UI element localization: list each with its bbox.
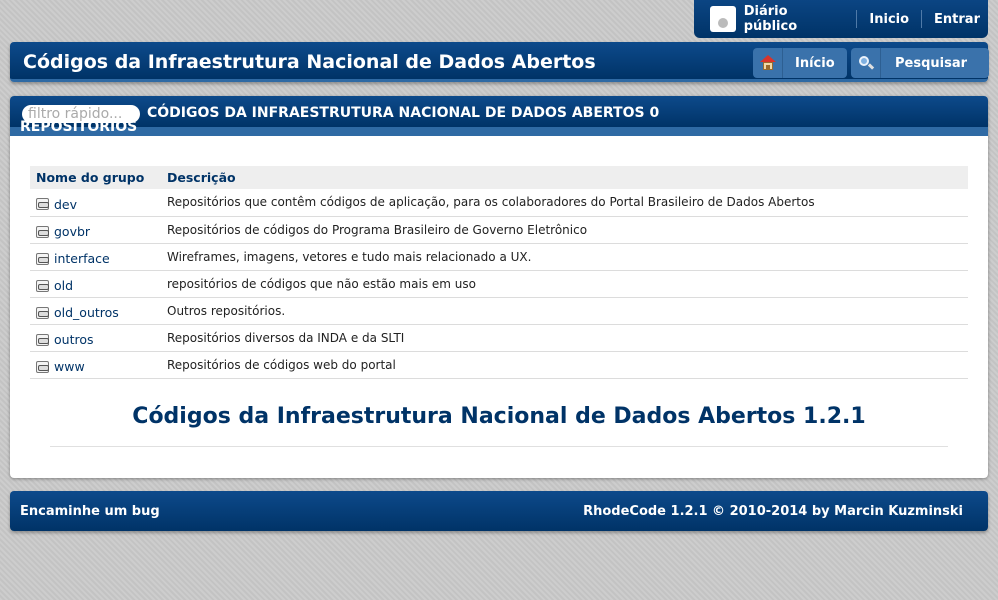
table-row: old repositórios de códigos que não estã…: [30, 270, 968, 298]
column-header-description[interactable]: Descrição: [161, 166, 968, 189]
home-icon: [753, 48, 783, 78]
group-description: Repositórios de códigos web do portal: [161, 351, 968, 379]
user-avatar-icon: [710, 6, 736, 32]
column-header-name[interactable]: Nome do grupo: [30, 166, 161, 189]
group-description: Outros repositórios.: [161, 297, 968, 325]
search-icon: [851, 48, 881, 78]
group-name-link[interactable]: www: [54, 359, 85, 374]
group-icon: [36, 252, 49, 265]
table-row: interface Wireframes, imagens, vetores e…: [30, 243, 968, 271]
group-name-link[interactable]: govbr: [54, 224, 90, 239]
group-icon: [36, 225, 49, 238]
table-body: dev Repositórios que contêm códigos de a…: [30, 189, 968, 379]
divider: [50, 446, 948, 447]
table-row: old_outros Outros repositórios.: [30, 297, 968, 325]
group-name-link[interactable]: old: [54, 278, 73, 293]
divider: [856, 10, 858, 28]
group-description: Repositórios de códigos do Programa Bras…: [161, 216, 968, 244]
page-header: Códigos da Infraestrutura Nacional de Da…: [10, 42, 990, 82]
table-header-row: Nome do grupo Descrição: [30, 166, 968, 189]
group-icon: [36, 198, 49, 211]
groups-table: Nome do grupo Descrição dev Repositórios…: [30, 166, 968, 379]
table-row: govbr Repositórios de códigos do Program…: [30, 216, 968, 244]
group-icon: [36, 333, 49, 346]
group-icon: [36, 360, 49, 373]
table-row: www Repositórios de códigos web do porta…: [30, 351, 968, 379]
report-bug-link[interactable]: Encaminhe um bug: [20, 504, 160, 519]
version-title: Códigos da Infraestrutura Nacional de Da…: [132, 404, 866, 429]
panel-title-bar: Códigos da Infraestrutura Nacional de Da…: [10, 96, 988, 136]
table-row: dev Repositórios que contêm códigos de a…: [30, 189, 968, 217]
group-icon: [36, 279, 49, 292]
home-button[interactable]: Início: [753, 48, 847, 78]
entrar-link[interactable]: Entrar: [934, 12, 980, 27]
table-row: outros Repositórios diversos da INDA e d…: [30, 324, 968, 352]
page-title[interactable]: Códigos da Infraestrutura Nacional de Da…: [23, 51, 596, 73]
group-name-link[interactable]: outros: [54, 332, 94, 347]
group-description: repositórios de códigos que não estão ma…: [161, 270, 968, 298]
group-description: Repositórios diversos da INDA e da SLTI: [161, 324, 968, 352]
group-name-link[interactable]: old_outros: [54, 305, 119, 320]
copyright-text: RhodeCode 1.2.1 © 2010-2014 by Marcin Ku…: [583, 504, 963, 519]
main-panel: Códigos da Infraestrutura Nacional de Da…: [10, 96, 988, 478]
group-description: Wireframes, imagens, vetores e tudo mais…: [161, 243, 968, 271]
group-icon: [36, 306, 49, 319]
group-name-link[interactable]: interface: [54, 251, 110, 266]
group-description: Repositórios que contêm códigos de aplic…: [161, 189, 968, 217]
divider: [921, 10, 923, 28]
search-button-label: Pesquisar: [895, 55, 968, 71]
quick-filter-input[interactable]: [22, 105, 140, 123]
user-bar: Diário público Inicio Entrar: [694, 0, 988, 38]
inicio-link[interactable]: Inicio: [869, 12, 909, 27]
home-button-label: Início: [795, 55, 835, 71]
page-footer: Encaminhe um bug RhodeCode 1.2.1 © 2010-…: [10, 491, 988, 531]
search-button[interactable]: Pesquisar: [851, 48, 990, 78]
user-name-link[interactable]: Diário público: [744, 4, 845, 34]
group-name-link[interactable]: dev: [54, 197, 77, 212]
